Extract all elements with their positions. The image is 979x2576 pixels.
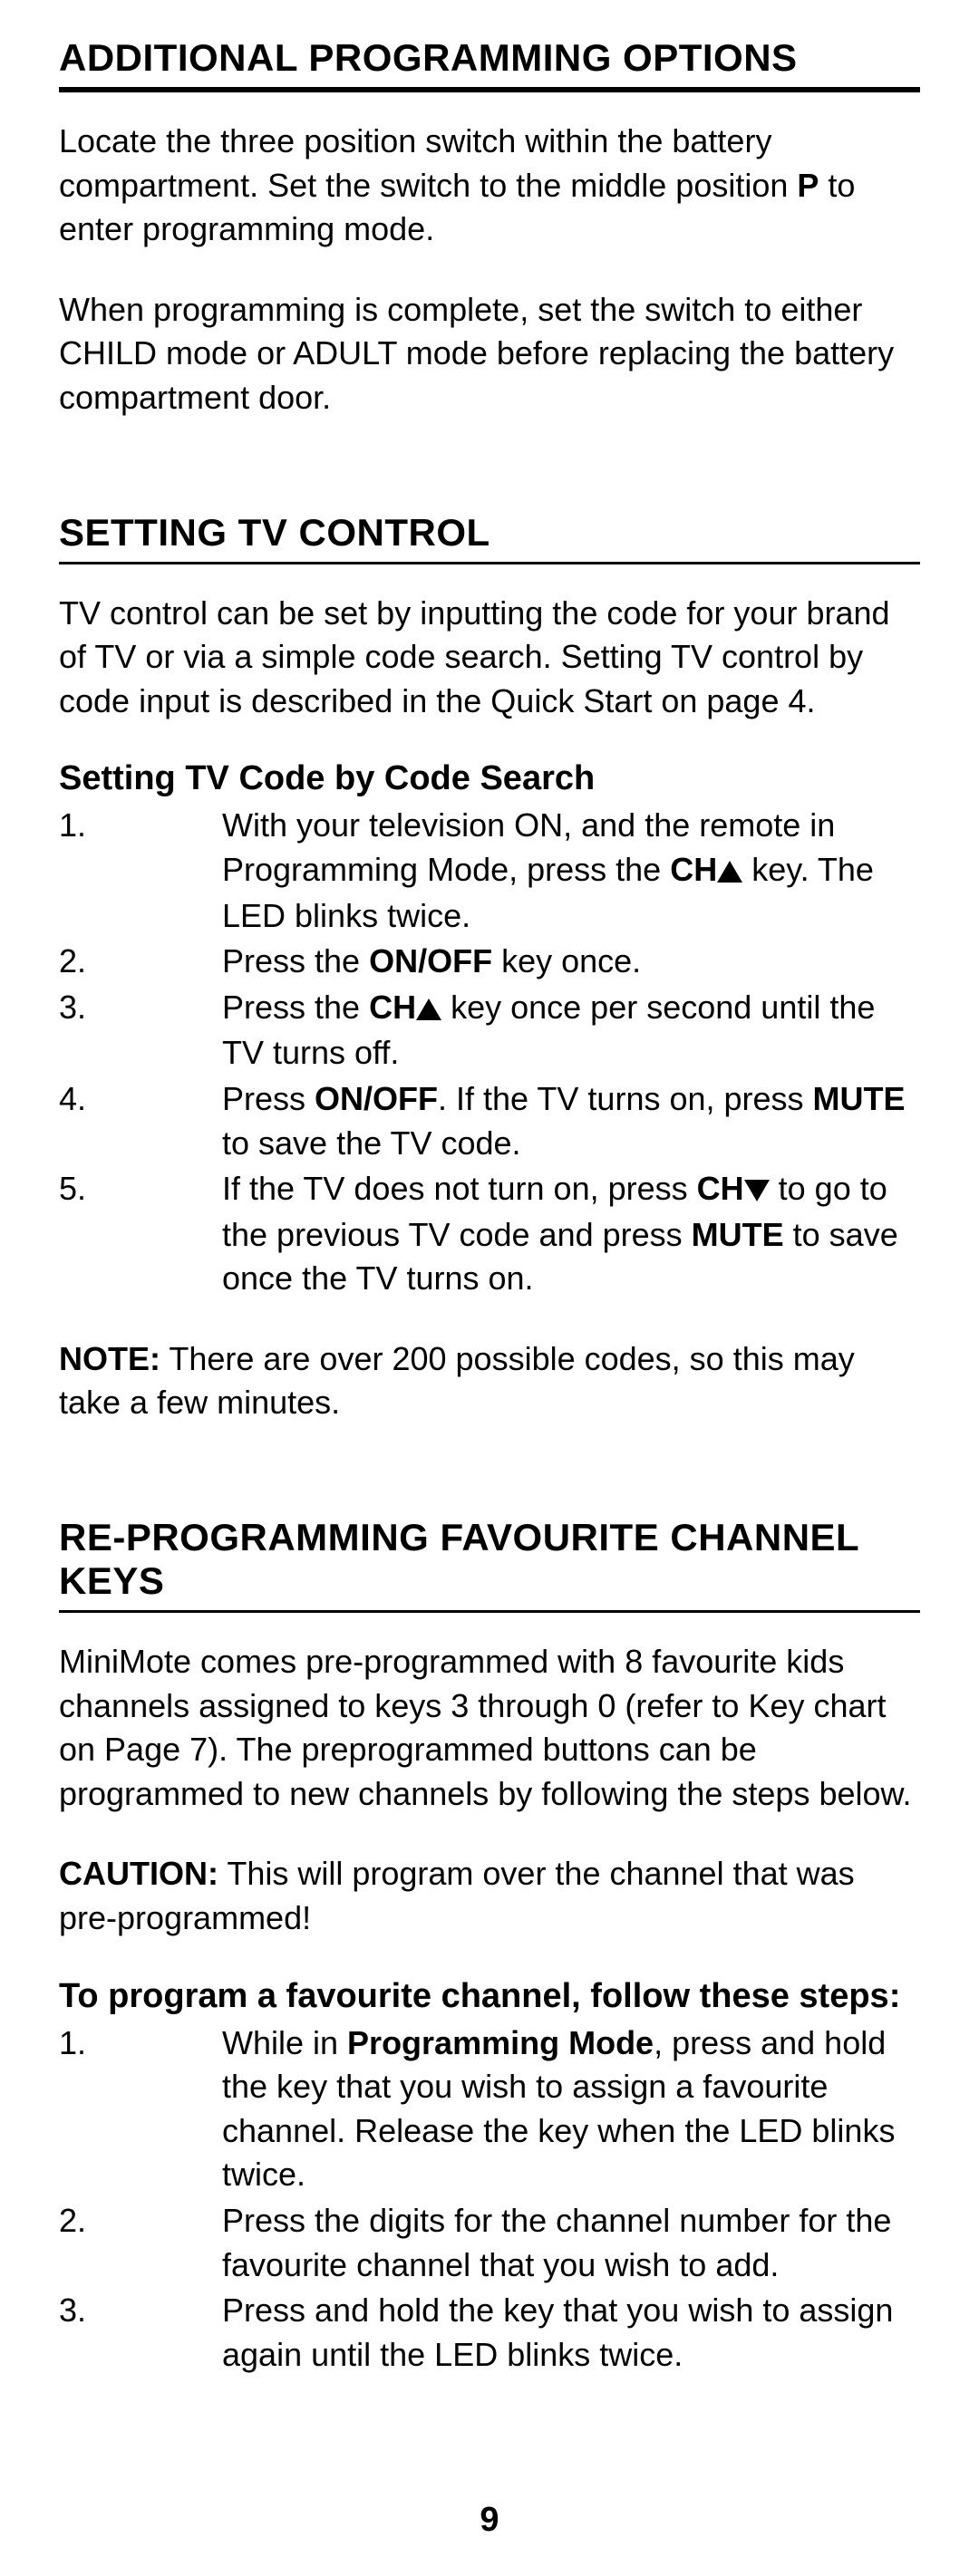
text: to save the TV code. [222, 1124, 521, 1162]
triangle-up-icon [416, 988, 441, 1032]
list-item: Press and hold the key that you wish to … [59, 2289, 920, 2377]
divider [59, 87, 920, 92]
text: Press the [222, 989, 369, 1026]
text: While in [222, 2024, 347, 2061]
text: Press the [222, 942, 369, 979]
paragraph: MiniMote comes pre-programmed with 8 fav… [59, 1640, 920, 1816]
bold-text: CH [670, 851, 717, 888]
bold-text: Programming Mode [347, 2024, 654, 2061]
triangle-down-icon [744, 1169, 770, 1213]
list-item: If the TV does not turn on, press CH to … [59, 1167, 920, 1301]
text: There are over 200 possible codes, so th… [59, 1340, 855, 1422]
note-paragraph: NOTE: There are over 200 possible codes,… [59, 1337, 920, 1425]
bold-text: CH [369, 989, 416, 1026]
text: key once. [492, 942, 641, 979]
sub-heading-code-search: Setting TV Code by Code Search [59, 759, 920, 798]
bold-text: MUTE [692, 1216, 784, 1253]
note-label: NOTE: [59, 1340, 160, 1377]
paragraph: When programming is complete, set the sw… [59, 288, 920, 420]
caution-paragraph: CAUTION: This will program over the chan… [59, 1852, 920, 1940]
spacer [59, 1462, 920, 1516]
numbered-list: With your television ON, and the remote … [59, 804, 920, 1301]
sub-heading-program-favourite: To program a favourite channel, follow t… [59, 1977, 920, 2016]
list-item: Press ON/OFF. If the TV turns on, press … [59, 1077, 920, 1165]
triangle-up-icon [717, 850, 742, 894]
text: Press [222, 1080, 315, 1117]
spacer [59, 457, 920, 511]
section-heading-reprogramming: RE-PROGRAMMING FAVOURITE CHANNEL KEYS [59, 1516, 920, 1603]
divider [59, 1610, 920, 1613]
section-heading-setting-tv-control: SETTING TV CONTROL [59, 511, 920, 555]
list-item: While in Programming Mode, press and hol… [59, 2021, 920, 2197]
section-heading-additional-programming: ADDITIONAL PROGRAMMING OPTIONS [59, 36, 920, 80]
list-item: Press the digits for the channel number … [59, 2199, 920, 2287]
list-item: Press the CH key once per second until t… [59, 986, 920, 1076]
numbered-list: While in Programming Mode, press and hol… [59, 2021, 920, 2378]
list-item: Press the ON/OFF key once. [59, 940, 920, 984]
paragraph: Locate the three position switch within … [59, 120, 920, 252]
document-page: ADDITIONAL PROGRAMMING OPTIONS Locate th… [0, 0, 979, 2576]
paragraph: TV control can be set by inputting the c… [59, 592, 920, 724]
page-number: 9 [0, 2501, 979, 2540]
caution-label: CAUTION: [59, 1855, 218, 1892]
bold-text: P [797, 167, 819, 204]
text: Locate the three position switch within … [59, 122, 797, 204]
text: If the TV does not turn on, press [222, 1170, 697, 1207]
divider [59, 562, 920, 564]
bold-text: ON/OFF [315, 1080, 438, 1117]
list-item: With your television ON, and the remote … [59, 804, 920, 938]
bold-text: CH [697, 1170, 744, 1207]
bold-text: ON/OFF [369, 942, 492, 979]
bold-text: MUTE [813, 1080, 906, 1117]
text: . If the TV turns on, press [438, 1080, 813, 1117]
